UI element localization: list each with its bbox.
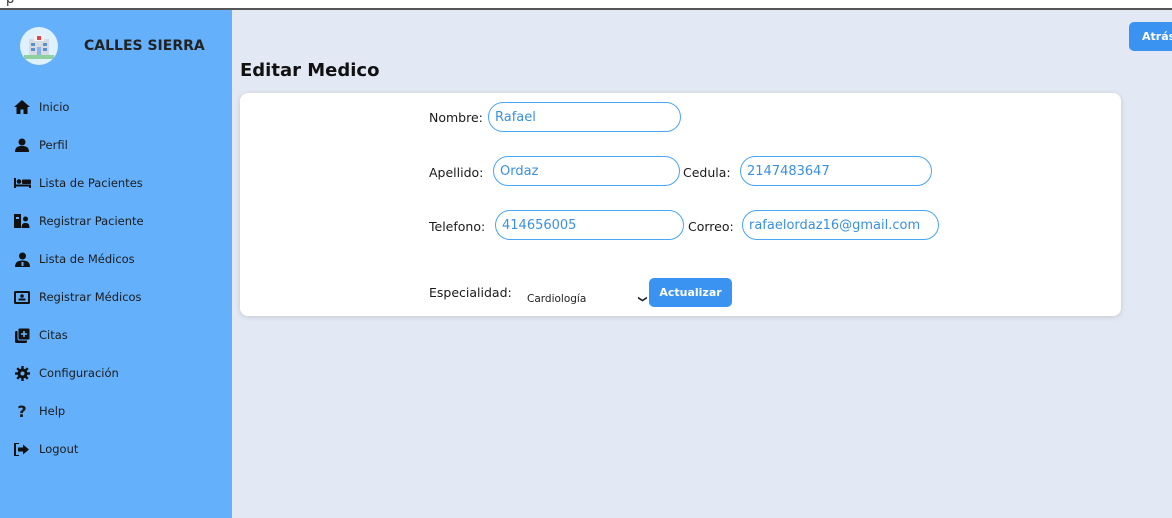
sidebar: CALLES SIERRA Inicio Perfil Lista de Pac…	[0, 10, 232, 518]
nombre-field[interactable]	[488, 102, 681, 132]
sidebar-item-label: Registrar Paciente	[39, 214, 144, 228]
sidebar-item-label: Help	[39, 404, 66, 418]
hospital-icon	[20, 27, 58, 65]
sidebar-nav: Inicio Perfil Lista de Pacientes Registr…	[0, 88, 232, 468]
user-icon	[12, 137, 32, 153]
sidebar-item-label: Perfil	[39, 138, 68, 152]
sidebar-item-lista-pacientes[interactable]: Lista de Pacientes	[0, 164, 232, 202]
sidebar-item-label: Logout	[39, 442, 79, 456]
top-text: p	[6, 0, 14, 7]
telefono-label: Telefono:	[429, 219, 486, 234]
brand[interactable]: CALLES SIERRA	[20, 26, 205, 66]
sidebar-item-citas[interactable]: Citas	[0, 316, 232, 354]
sidebar-item-logout[interactable]: Logout	[0, 430, 232, 468]
sidebar-item-help[interactable]: ? Help	[0, 392, 232, 430]
logout-icon	[12, 441, 32, 457]
sidebar-item-label: Lista de Pacientes	[39, 176, 143, 190]
brand-name: CALLES SIERRA	[84, 38, 205, 54]
correo-label: Correo:	[688, 219, 734, 234]
sidebar-item-label: Inicio	[39, 100, 70, 114]
bed-icon	[12, 175, 32, 191]
especialidad-select[interactable]: Cardiología ❯	[524, 289, 648, 309]
correo-field[interactable]	[742, 210, 939, 240]
sidebar-item-label: Lista de Médicos	[39, 252, 135, 266]
especialidad-label: Especialidad:	[429, 285, 512, 300]
sidebar-item-perfil[interactable]: Perfil	[0, 126, 232, 164]
user-plus-icon	[12, 213, 32, 229]
back-button[interactable]: Atrás	[1129, 22, 1172, 51]
cedula-field[interactable]	[740, 156, 932, 186]
cedula-label: Cedula:	[683, 165, 731, 180]
apellido-label: Apellido:	[429, 165, 484, 180]
telefono-field[interactable]	[495, 210, 684, 240]
apellido-field[interactable]	[493, 156, 680, 186]
page-title: Editar Medico	[240, 60, 380, 81]
sidebar-item-registrar-paciente[interactable]: Registrar Paciente	[0, 202, 232, 240]
sidebar-item-label: Citas	[39, 328, 68, 342]
especialidad-selected: Cardiología	[527, 293, 587, 305]
sidebar-item-configuracion[interactable]: Configuración	[0, 354, 232, 392]
question-icon: ?	[17, 401, 27, 421]
edit-doctor-form: Nombre: Apellido: Cedula: Telefono: Corr…	[240, 93, 1121, 316]
top-strip: p	[0, 0, 1172, 10]
nombre-label: Nombre:	[429, 110, 483, 125]
sidebar-item-label: Configuración	[39, 366, 119, 380]
calendar-plus-icon	[12, 327, 32, 343]
sidebar-item-inicio[interactable]: Inicio	[0, 88, 232, 126]
id-card-icon	[12, 289, 32, 305]
home-icon	[12, 99, 32, 115]
chevron-down-icon: ❯	[637, 295, 648, 303]
sidebar-item-lista-medicos[interactable]: Lista de Médicos	[0, 240, 232, 278]
doctor-icon	[12, 251, 32, 267]
sidebar-item-registrar-medicos[interactable]: Registrar Médicos	[0, 278, 232, 316]
update-button[interactable]: Actualizar	[649, 278, 732, 307]
gear-icon	[12, 365, 32, 381]
sidebar-item-label: Registrar Médicos	[39, 290, 142, 304]
